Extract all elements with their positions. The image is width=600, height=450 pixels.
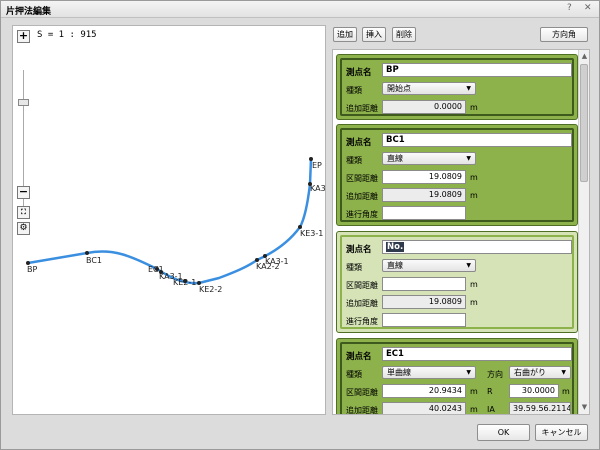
point-label: EP [312, 161, 322, 170]
type-select[interactable]: 直線 ▼ [382, 152, 476, 165]
point-card-new[interactable]: 測点名 No. 種類 直線 ▼ 区間距離 m 追加距離 19.0809 m 進行角… [336, 231, 578, 333]
section-dist-label: 区間距離 [346, 174, 378, 183]
point-label: KA3-1 [265, 257, 289, 266]
point-name-label: 測点名 [346, 352, 372, 362]
point-label: KE2-2 [199, 285, 222, 294]
delete-button[interactable]: 削除 [392, 27, 416, 42]
unit-label: m [562, 387, 570, 396]
radius-input[interactable]: 30.0000 [509, 384, 559, 398]
cancel-button[interactable]: キャンセル [535, 424, 588, 441]
point-name-input[interactable]: BC1 [382, 133, 572, 147]
add-button[interactable]: 追加 [333, 27, 357, 42]
point-name-input[interactable]: No. [382, 240, 572, 254]
advance-angle-label: 進行角度 [346, 210, 378, 219]
point-label: KA3 [310, 184, 326, 193]
type-label: 種類 [346, 263, 362, 272]
unit-label: m [470, 387, 478, 396]
unit-label: m [470, 280, 478, 289]
type-label: 種類 [346, 370, 362, 379]
advance-angle-label: 進行角度 [346, 317, 378, 326]
point-label: KE3-1 [300, 229, 323, 238]
added-dist-label: 追加距離 [346, 104, 378, 113]
advance-angle-input[interactable] [382, 206, 466, 220]
point-card-bp[interactable]: 測点名 BP 種類 開始点 ▼ 追加距離 0.0000 m [336, 54, 578, 120]
added-dist-field: 19.0809 [382, 188, 466, 202]
unit-label: m [470, 191, 478, 200]
point-card-ec1[interactable]: 測点名 EC1 種類 単曲線 ▼ 方向 右曲がり ▼ 区間距離 20.9434 m … [336, 338, 578, 415]
type-select[interactable]: 開始点 ▼ [382, 82, 476, 95]
point-name-input[interactable]: EC1 [382, 347, 572, 361]
point-list[interactable]: 測点名 BP 種類 開始点 ▼ 追加距離 0.0000 m 測点名 BC1 種類 … [332, 49, 590, 415]
scroll-up-icon[interactable]: ▲ [580, 52, 589, 61]
point-name-label: 測点名 [346, 68, 372, 78]
point-name-input[interactable]: BP [382, 63, 572, 77]
type-select[interactable]: 直線 ▼ [382, 259, 476, 272]
added-dist-field: 0.0000 [382, 100, 466, 114]
point-label: KE2-1 [173, 278, 196, 287]
insert-button[interactable]: 挿入 [362, 27, 386, 42]
point-name-label: 測点名 [346, 245, 372, 255]
section-dist-input[interactable]: 19.0809 [382, 170, 466, 184]
help-icon[interactable]: ? [567, 3, 572, 13]
section-dist-input[interactable]: 20.9434 [382, 384, 466, 398]
title-bar: 片押法編集 ? ✕ [1, 1, 599, 18]
point-label: BP [27, 265, 37, 274]
type-label: 種類 [346, 86, 362, 95]
map-canvas[interactable]: + S = 1 : 915 − ⛶ ⚙ BP BC1 EC1 KA3-1 KE2… [12, 25, 326, 415]
added-dist-label: 追加距離 [346, 406, 378, 415]
type-select[interactable]: 単曲線 ▼ [382, 366, 476, 379]
scroll-thumb[interactable] [580, 64, 588, 182]
section-dist-label: 区間距離 [346, 281, 378, 290]
ok-button[interactable]: OK [477, 424, 530, 441]
point-card-bc1[interactable]: 測点名 BC1 種類 直線 ▼ 区間距離 19.0809 m 追加距離 19.08… [336, 124, 578, 226]
unit-label: m [470, 103, 478, 112]
unit-label: m [470, 298, 478, 307]
added-dist-field: 40.0243 [382, 402, 466, 414]
advance-angle-input[interactable] [382, 313, 466, 327]
scroll-down-icon[interactable]: ▼ [580, 403, 589, 412]
added-dist-label: 追加距離 [346, 192, 378, 201]
edit-window: 片押法編集 ? ✕ + S = 1 : 915 − ⛶ ⚙ BP BC1 EC1… [0, 0, 600, 450]
azimuth-button[interactable]: 方向角 [540, 27, 588, 42]
added-dist-label: 追加距離 [346, 299, 378, 308]
radius-label: R [487, 387, 493, 396]
unit-label: m [470, 405, 478, 414]
section-dist-label: 区間距離 [346, 388, 378, 397]
added-dist-field: 19.0809 [382, 295, 466, 309]
unit-label: m [470, 173, 478, 182]
direction-select[interactable]: 右曲がり ▼ [509, 366, 571, 379]
direction-label: 方向 [487, 370, 503, 379]
section-dist-input[interactable] [382, 277, 466, 291]
point-name-label: 測点名 [346, 138, 372, 148]
window-title: 片押法編集 [6, 7, 52, 17]
alignment-plot: BP BC1 EC1 KA3-1 KE2-1 KE2-2 KA2-2 KA3-1… [26, 157, 326, 294]
point-bc1[interactable] [85, 251, 89, 255]
ia-label: IA [487, 405, 495, 414]
list-scrollbar[interactable]: ▲ ▼ [578, 50, 589, 414]
close-icon[interactable]: ✕ [584, 3, 592, 13]
type-label: 種類 [346, 156, 362, 165]
ia-field: 39.59.56.2114 [509, 402, 571, 414]
point-label: BC1 [86, 256, 102, 265]
